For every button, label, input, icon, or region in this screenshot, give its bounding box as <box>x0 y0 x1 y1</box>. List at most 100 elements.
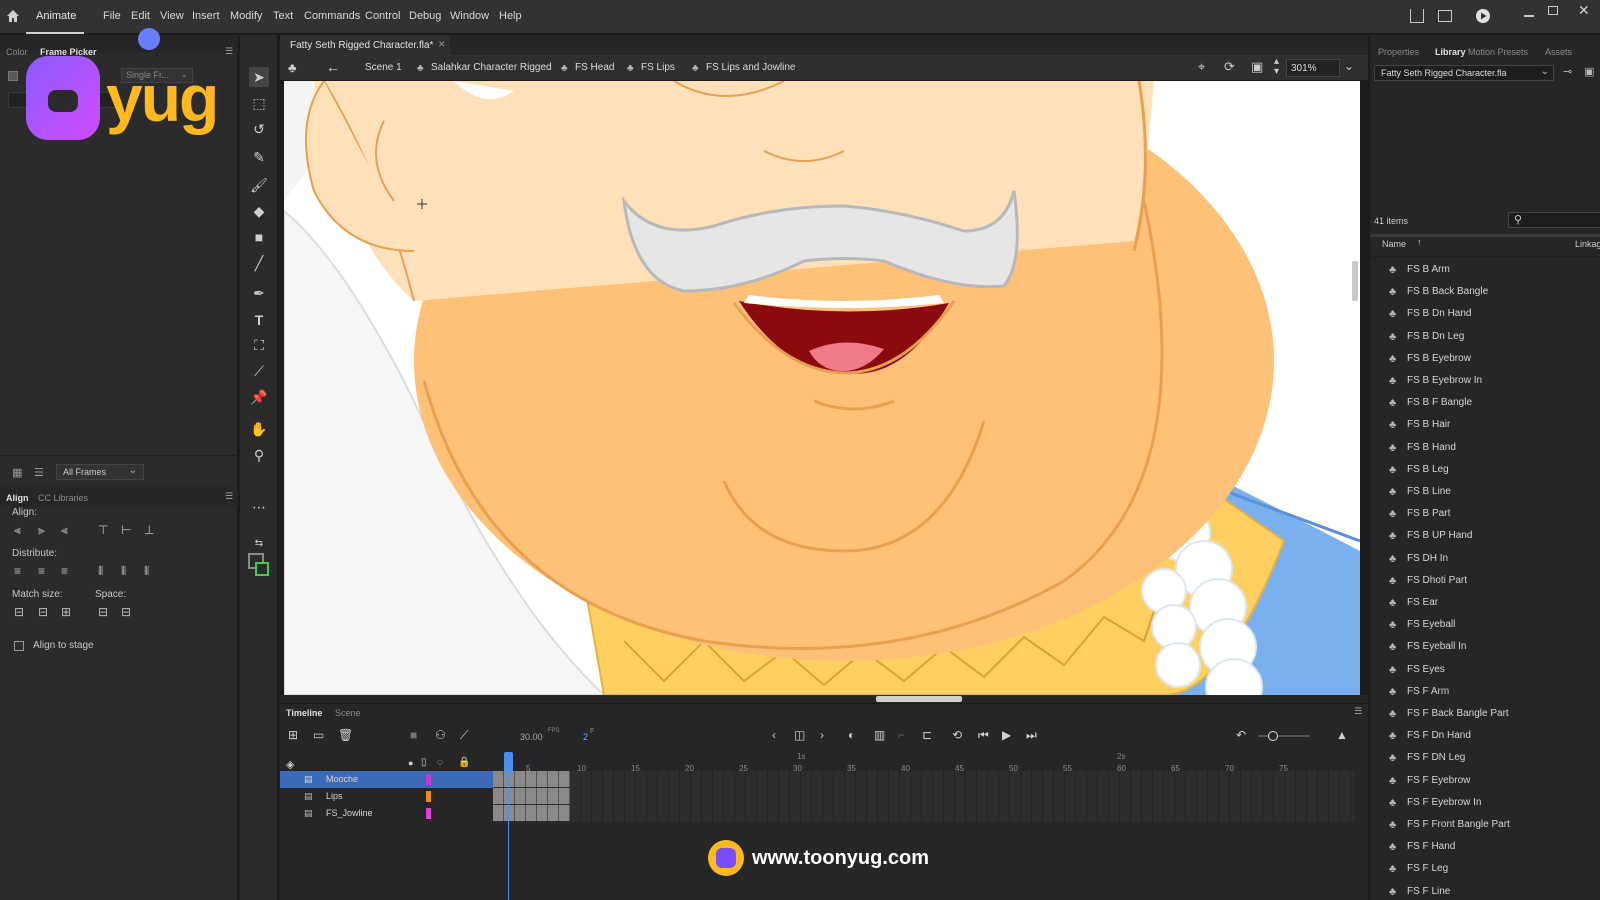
current-frame[interactable]: 2 <box>583 732 588 742</box>
rectangle-tool-icon[interactable]: ■ <box>249 227 269 247</box>
hide-layers-icon[interactable]: ◌ <box>437 756 443 770</box>
layer-name[interactable]: Mooche <box>326 774 358 784</box>
column-linkage[interactable]: Linkage <box>1575 239 1600 249</box>
insert-keyframe-icon[interactable]: ◫ <box>794 728 805 742</box>
v-scrollbar-thumb[interactable] <box>1352 261 1358 301</box>
close-tab-icon[interactable]: ✕ <box>438 39 446 50</box>
frames-grid[interactable] <box>493 771 1355 822</box>
tab-assets[interactable]: Assets <box>1545 47 1572 57</box>
new-library-icon[interactable]: ▣ <box>1584 65 1594 78</box>
layer-row-mooche[interactable]: ▤ Mooche <box>280 771 493 788</box>
keyframes-lips[interactable] <box>493 788 570 804</box>
mark-range-icon[interactable]: ⊏ <box>922 728 932 742</box>
outline-layers-icon[interactable]: ▯ <box>421 756 427 770</box>
clip-stage-icon[interactable]: ▣ <box>1251 59 1263 75</box>
h-scrollbar[interactable] <box>280 695 1368 703</box>
library-item[interactable]: ♣ FS Eyeball <box>1370 614 1600 636</box>
hand-tool-icon[interactable]: ✋ <box>249 419 269 439</box>
swap-colors-icon[interactable]: ⇆ <box>249 533 269 553</box>
align-hcenter-icon[interactable]: ⫸ <box>38 523 45 538</box>
tab-color[interactable]: Color <box>6 47 28 57</box>
library-search-input[interactable]: ⚲ <box>1508 212 1600 228</box>
library-item[interactable]: ♣ FS B Back Bangle <box>1370 281 1600 303</box>
match-width-icon[interactable]: ⊟ <box>14 605 24 619</box>
library-item[interactable]: ♣ FS B Dn Hand <box>1370 303 1600 325</box>
grid-view-icon[interactable]: ▦ <box>12 466 22 479</box>
close-icon[interactable]: ✕ <box>1578 2 1590 19</box>
breadcrumb-scene[interactable]: Scene 1 <box>365 62 402 73</box>
library-item[interactable]: ♣ FS B Hair <box>1370 414 1600 436</box>
align-right-icon[interactable]: ⫷ <box>61 523 68 538</box>
tab-cc-libraries[interactable]: CC Libraries <box>38 493 88 503</box>
tab-align[interactable]: Align <box>6 493 29 503</box>
library-item[interactable]: ♣ FS F Leg <box>1370 858 1600 880</box>
library-item[interactable]: ♣ FS F Dn Hand <box>1370 725 1600 747</box>
restore-icon[interactable] <box>1548 6 1558 15</box>
rotate-stage-icon[interactable]: ⟳ <box>1224 59 1235 75</box>
edit-multiple-frames-icon[interactable]: ▥ <box>874 728 885 742</box>
align-to-stage-checkbox[interactable] <box>14 641 24 651</box>
frame-picker-checkbox[interactable] <box>8 71 18 81</box>
menu-insert[interactable]: Insert <box>192 10 220 22</box>
library-item[interactable]: ♣ FS B Eyebrow In <box>1370 370 1600 392</box>
fps-value[interactable]: 30.00 <box>520 732 543 742</box>
tab-library[interactable]: Library <box>1435 47 1466 57</box>
align-left-icon[interactable]: ⫷ <box>14 523 21 538</box>
library-item[interactable]: ♣ FS Dhoti Part <box>1370 570 1600 592</box>
library-item[interactable]: ♣ FS F Front Bangle Part <box>1370 814 1600 836</box>
eraser-tool-icon[interactable]: ◆ <box>249 201 269 221</box>
library-item[interactable]: ♣ FS F DN Leg <box>1370 747 1600 769</box>
panel-menu-icon[interactable]: ☰ <box>225 491 233 502</box>
library-item[interactable]: ♣ FS F Arm <box>1370 681 1600 703</box>
menu-modify[interactable]: Modify <box>230 10 262 22</box>
stage-canvas[interactable] <box>284 81 1360 695</box>
align-bottom-icon[interactable]: ⊥ <box>144 523 154 537</box>
tab-scene[interactable]: Scene <box>335 708 361 718</box>
library-item[interactable]: ♣ FS B Hand <box>1370 437 1600 459</box>
align-vcenter-icon[interactable]: ⊢ <box>121 523 131 537</box>
lock-layers-icon[interactable]: 🔒 <box>458 756 470 770</box>
timeline-zoom-handle[interactable] <box>1268 731 1278 741</box>
zoom-tool-icon[interactable]: ⚲ <box>249 445 269 465</box>
paint-bucket-tool-icon[interactable]: ⛶ <box>249 335 269 355</box>
menu-view[interactable]: View <box>160 10 184 22</box>
timeline-zoom-slider[interactable] <box>1258 731 1310 741</box>
fill-color-swatch[interactable] <box>255 562 269 576</box>
next-keyframe-icon[interactable]: › <box>820 728 824 742</box>
minimize-icon[interactable] <box>1524 15 1534 17</box>
space-horizontal-icon[interactable]: ⊟ <box>121 605 131 619</box>
menu-window[interactable]: Window <box>450 10 489 22</box>
library-item[interactable]: ♣ FS Ear <box>1370 592 1600 614</box>
test-movie-icon[interactable] <box>1476 9 1490 23</box>
step-forward-icon[interactable]: ⏭ <box>1026 728 1037 742</box>
new-layer-icon[interactable]: ⊞ <box>288 728 298 742</box>
menu-file[interactable]: File <box>103 10 121 22</box>
layer-color-swatch[interactable] <box>426 774 431 785</box>
home-icon[interactable] <box>6 9 20 23</box>
chevron-down-icon[interactable]: ⌄ <box>1344 59 1354 73</box>
pin-library-icon[interactable]: ⊸ <box>1563 65 1572 78</box>
distribute-hcenter-icon[interactable]: ⦀ <box>121 564 126 579</box>
tab-timeline[interactable]: Timeline <box>286 708 322 718</box>
pen-tool-icon[interactable]: ✒ <box>249 283 269 303</box>
menu-control[interactable]: Control <box>365 10 400 22</box>
prev-keyframe-icon[interactable]: ‹ <box>772 728 776 742</box>
library-item[interactable]: ♣ FS F Eyebrow In <box>1370 792 1600 814</box>
distribute-right-icon[interactable]: ⦀ <box>144 564 149 579</box>
layer-color-swatch[interactable] <box>426 791 431 802</box>
menu-help[interactable]: Help <box>499 10 522 22</box>
zoom-field[interactable]: 301% <box>1286 59 1340 77</box>
breadcrumb-fs-lips-jowline[interactable]: FS Lips and Jowline <box>706 62 796 73</box>
library-item[interactable]: ♣ FS B Line <box>1370 481 1600 503</box>
library-item[interactable]: ♣ FS B Dn Leg <box>1370 326 1600 348</box>
more-tools-icon[interactable]: ⋯ <box>249 497 269 517</box>
panel-menu-icon[interactable]: ☰ <box>1354 706 1362 717</box>
frames-dropdown[interactable]: All Frames ⌄ <box>56 464 144 480</box>
layer-depth-icon[interactable]: ⟋ <box>460 728 468 742</box>
workspace-icon[interactable] <box>1438 10 1452 22</box>
delete-layer-icon[interactable]: 🗑 <box>338 728 353 742</box>
menu-debug[interactable]: Debug <box>409 10 441 22</box>
layer-color-swatch[interactable] <box>426 808 431 819</box>
menu-commands[interactable]: Commands <box>304 10 360 22</box>
h-scrollbar-thumb[interactable] <box>876 696 962 702</box>
